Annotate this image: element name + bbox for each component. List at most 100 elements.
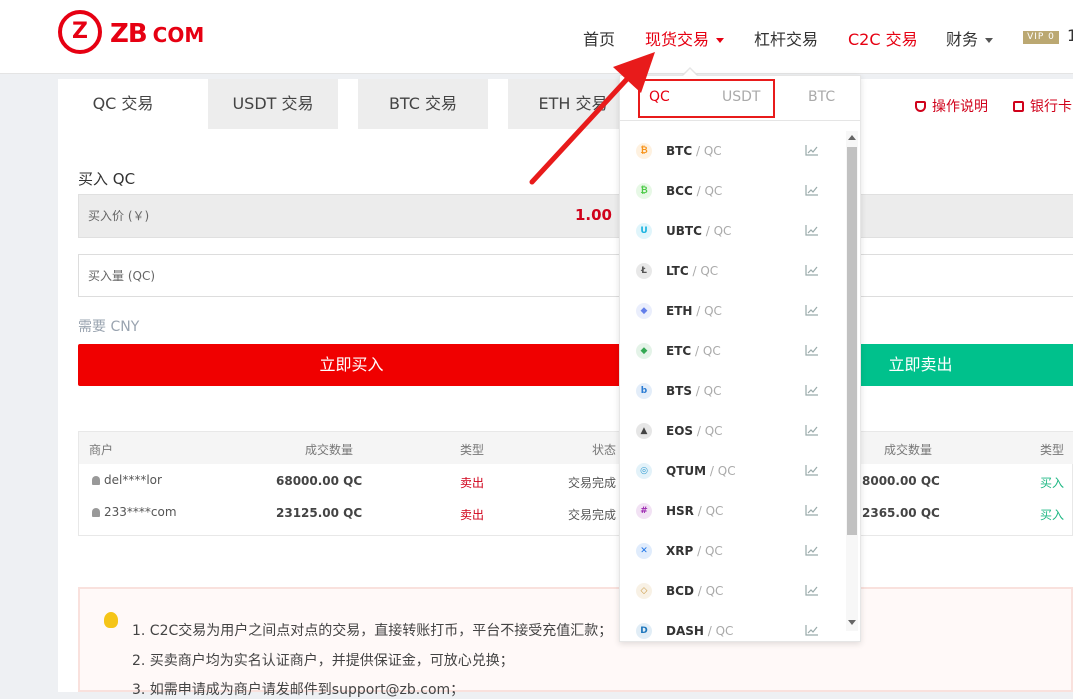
market-pair-item[interactable]: b BTS / QC [620,371,845,411]
table-row-merchant: 233****com [92,505,177,519]
ubtc-icon: U [636,223,652,239]
hshare-icon-glyph: # [640,506,648,516]
dropdown-divider [620,120,860,121]
eos-icon: ▲ [636,423,652,439]
pair-base: XRP [666,544,694,558]
need-cny-text: 需要 CNY [78,319,140,335]
tab-usdt[interactable]: USDT 交易 [208,79,338,129]
bitcoin-icon: ₿ [636,143,652,159]
nav-leverage-trading[interactable]: 杠杆交易 [754,26,818,50]
line-chart-icon[interactable] [805,304,819,316]
pair-base: EOS [666,424,694,438]
dropdown-tab-btc[interactable]: BTC [808,89,835,105]
brand-name[interactable]: ZB COM [110,19,204,49]
bank-card-link[interactable]: 银行卡 [1013,96,1072,116]
dash-icon-glyph: D [640,626,648,636]
merchant-name: del****lor [104,473,162,487]
pair-base: ETH [666,304,693,318]
pair-quote: / QC [691,344,721,358]
market-pair-item[interactable]: ₿ BCC / QC [620,171,845,211]
line-chart-icon[interactable] [805,464,819,476]
pair-quote: / QC [701,224,732,238]
line-chart-icon[interactable] [805,544,819,556]
nav-c2c[interactable]: C2C 交易 [848,26,918,50]
bank-card-label: 银行卡 [1030,99,1072,115]
market-pair-name: BCC / QC [666,184,722,198]
pair-quote: / QC [691,384,722,398]
buy-section-title: 买入 QC [78,170,136,188]
market-pair-item[interactable]: ◆ ETC / QC [620,331,845,371]
nav-finance[interactable]: 财务 [946,26,994,50]
scrollbar-thumb[interactable] [847,147,857,535]
bitshares-icon-glyph: b [640,386,648,396]
scroll-down-arrow-icon[interactable] [848,620,856,625]
market-pair-name: UBTC / QC [666,224,731,238]
buy-now-button[interactable]: 立即买入 [78,344,625,386]
ripple-icon-glyph: ✕ [640,546,648,556]
table-row-status: 交易完成 [568,476,617,490]
line-chart-icon[interactable] [805,624,819,636]
zb-logo-icon[interactable]: Z [58,10,102,54]
user-icon [92,508,100,517]
market-pair-item[interactable]: D DASH / QC [620,611,845,639]
table-row-merchant: del****lor [92,473,162,487]
line-chart-icon[interactable] [805,504,819,516]
pair-base: UBTC [666,224,702,238]
pair-quote: / QC [693,584,724,598]
col-amount: 成交数量 [305,443,354,457]
table-row-amount: 68000.00 QC [276,474,363,488]
bitcoin-cash-icon-glyph: ₿ [640,186,648,196]
market-pair-item[interactable]: ◆ ETH / QC [620,291,845,331]
col-right-type: 类型 [1040,443,1065,457]
col-type: 类型 [460,443,485,457]
tab-qc[interactable]: QC 交易 [58,79,188,129]
pair-base: BCD [666,584,694,598]
ripple-icon: ✕ [636,543,652,559]
pair-quote: / QC [706,464,736,478]
litecoin-icon-glyph: Ł [641,266,647,276]
line-chart-icon[interactable] [805,144,819,156]
table-row-right-type: 买入 [1040,476,1065,490]
line-chart-icon[interactable] [805,424,819,436]
ubtc-icon-glyph: U [640,226,648,236]
bitcoin-diamond-icon: ◇ [636,583,652,599]
nav-home[interactable]: 首页 [583,26,615,50]
brand-suffix: COM [152,23,205,47]
nav-spot-label: 现货交易 [645,30,710,49]
line-chart-icon[interactable] [805,184,819,196]
tab-btc[interactable]: BTC 交易 [358,79,488,129]
chevron-down-icon [985,38,994,43]
line-chart-icon[interactable] [805,384,819,396]
scroll-up-arrow-icon[interactable] [848,135,856,140]
market-pair-list: ₿ BTC / QC ₿ BCC / QC U UBTC / QC Ł LTC / QC ◆ ET… [620,131,845,639]
table-row-status: 交易完成 [568,508,617,522]
vip-badge[interactable]: VIP 0 [1023,31,1059,44]
logo-mark: Z [72,19,88,44]
market-pair-item[interactable]: U UBTC / QC [620,211,845,251]
sell-quantity-input[interactable] [860,254,1073,297]
buy-price-field [78,194,625,238]
line-chart-icon[interactable] [805,584,819,596]
market-pair-item[interactable]: ◇ BCD / QC [620,571,845,611]
ethereum-classic-icon-glyph: ◆ [640,346,648,356]
line-chart-icon[interactable] [805,224,819,236]
pair-base: BCC [666,184,693,198]
market-pair-item[interactable]: ◎ QTUM / QC [620,451,845,491]
table-row-right-amount: 8000.00 QC [862,474,940,488]
nav-spot-trading[interactable]: 现货交易 [645,26,725,50]
market-pair-name: QTUM / QC [666,464,736,478]
market-pair-item[interactable]: ▲ EOS / QC [620,411,845,451]
market-pair-item[interactable]: ✕ XRP / QC [620,531,845,571]
guide-link[interactable]: 操作说明 [915,96,988,116]
col-right-amount: 成交数量 [884,443,933,457]
card-icon [1013,101,1024,112]
line-chart-icon[interactable] [805,344,819,356]
market-pair-item[interactable]: ₿ BTC / QC [620,131,845,171]
market-pair-name: BCD / QC [666,584,723,598]
market-pair-item[interactable]: Ł LTC / QC [620,251,845,291]
qtum-icon-glyph: ◎ [640,466,648,476]
pair-base: HSR [666,504,694,518]
buy-quantity-input[interactable] [78,254,625,297]
market-pair-item[interactable]: # HSR / QC [620,491,845,531]
line-chart-icon[interactable] [805,264,819,276]
